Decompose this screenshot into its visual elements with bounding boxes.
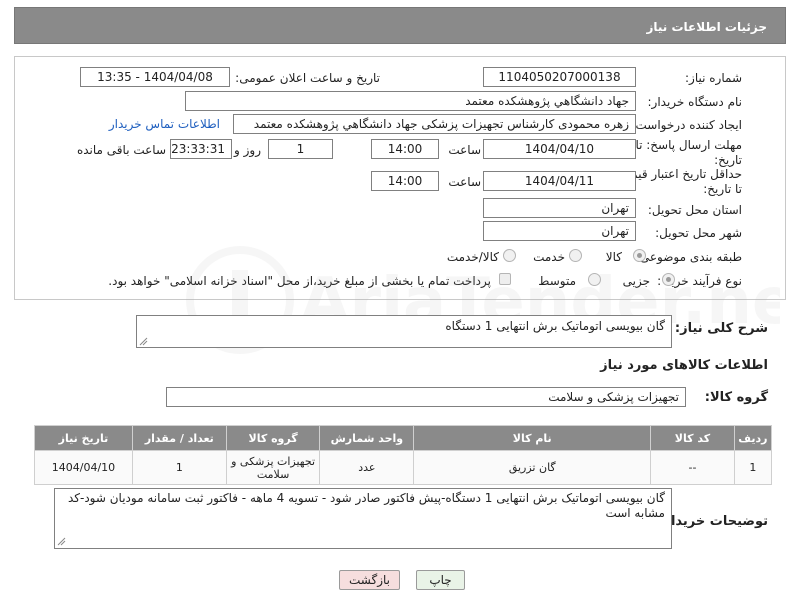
buyer-org-label: نام دستگاه خریدار: xyxy=(647,95,743,109)
page-title: جزئیات اطلاعات نیاز xyxy=(14,7,786,44)
category-radio-goods-service[interactable] xyxy=(503,249,516,262)
time-remaining-field[interactable]: 23:33:31 xyxy=(170,139,232,159)
process-option-medium: متوسط xyxy=(538,274,576,288)
deadline-time-field[interactable]: 14:00 xyxy=(371,139,439,159)
category-radio-goods[interactable] xyxy=(633,249,646,262)
description-textarea[interactable]: گان بیویسی اتوماتیک برش انتهایی 1 دستگاه xyxy=(136,315,672,348)
deadline-time-label: ساعت xyxy=(448,143,481,157)
days-label: روز و xyxy=(234,143,261,157)
need-number-label: شماره نیاز: xyxy=(685,71,742,85)
announce-date-label: تاریخ و ساعت اعلان عمومی: xyxy=(235,71,380,85)
price-validity-time-label: ساعت xyxy=(448,175,481,189)
announce-date-field[interactable]: 1404/04/08 - 13:35 xyxy=(80,67,230,87)
goods-table-header: ردیف کد کالا نام کالا واحد شمارش گروه کا… xyxy=(34,425,773,451)
back-button[interactable]: بازگشت xyxy=(339,570,400,590)
buyer-contact-link[interactable]: اطلاعات تماس خریدار xyxy=(109,117,220,131)
cell-name: گان تزریق xyxy=(413,450,652,485)
category-option-goods: کالا xyxy=(605,250,622,264)
days-remaining-field[interactable]: 1 xyxy=(268,139,333,159)
deadline-label-line1: مهلت ارسال پاسخ: تا xyxy=(635,138,742,152)
city-label: شهر محل تحویل: xyxy=(655,226,742,240)
creator-field[interactable]: زهره محمودی کارشناس تجهیزات پزشکی جهاد د… xyxy=(233,114,636,134)
process-radio-medium[interactable] xyxy=(588,273,601,286)
goods-section-title: اطلاعات کالاهای مورد نیاز xyxy=(600,358,768,373)
deadline-date-field[interactable]: 1404/04/10 xyxy=(483,139,636,159)
buyer-org-field[interactable]: جهاد دانشگاهي پژوهشکده معتمد xyxy=(185,91,636,111)
province-field[interactable]: تهران xyxy=(483,198,636,218)
table-row: 1 -- گان تزریق عدد تجهیزات پزشکی و سلامت… xyxy=(34,450,773,485)
goods-table: ردیف کد کالا نام کالا واحد شمارش گروه کا… xyxy=(34,425,773,485)
process-radio-minor[interactable] xyxy=(662,273,675,286)
resize-handle-icon[interactable] xyxy=(139,337,148,346)
need-number-field[interactable]: 1104050207000138 xyxy=(483,67,636,87)
time-remaining-label: ساعت باقی مانده xyxy=(76,143,166,157)
col-date: تاریخ نیاز xyxy=(34,425,133,451)
city-field[interactable]: تهران xyxy=(483,221,636,241)
col-group: گروه کالا xyxy=(225,425,321,451)
cell-unit: عدد xyxy=(319,450,415,485)
price-validity-date-field[interactable]: 1404/04/11 xyxy=(483,171,636,191)
cell-group: تجهیزات پزشکی و سلامت xyxy=(225,450,321,485)
category-radio-service[interactable] xyxy=(569,249,582,262)
resize-handle-icon[interactable] xyxy=(57,537,66,546)
col-row: ردیف xyxy=(733,425,773,451)
goods-group-label: گروه کالا: xyxy=(704,390,768,405)
cell-date: 1404/04/10 xyxy=(34,450,133,485)
category-label: طبقه بندی موضوعی: xyxy=(635,250,742,264)
buyer-notes-textarea[interactable]: گان بیویسی اتوماتیک برش انتهایی 1 دستگاه… xyxy=(54,488,672,549)
category-option-service: خدمت xyxy=(533,250,565,264)
col-quantity: تعداد / مقدار xyxy=(131,425,227,451)
cell-code: -- xyxy=(650,450,735,485)
cell-quantity: 1 xyxy=(131,450,227,485)
category-option-goods-service: کالا/خدمت xyxy=(446,250,499,264)
process-option-minor: جزیی xyxy=(622,274,650,288)
creator-label: ایجاد کننده درخواست: xyxy=(631,118,742,132)
description-label: شرح کلی نیاز: xyxy=(674,321,768,336)
col-name: نام کالا xyxy=(413,425,652,451)
col-unit: واحد شمارش xyxy=(319,425,415,451)
treasury-payment-checkbox[interactable] xyxy=(499,273,511,285)
price-validity-time-field[interactable]: 14:00 xyxy=(371,171,439,191)
province-label: استان محل تحویل: xyxy=(647,203,742,217)
print-button[interactable]: چاپ xyxy=(416,570,465,590)
price-validity-label-line2: تا تاریخ: xyxy=(703,182,742,196)
buyer-notes-label: توضیحات خریدار: xyxy=(658,514,768,529)
col-code: کد کالا xyxy=(650,425,735,451)
cell-row: 1 xyxy=(733,450,773,485)
deadline-label-line2: تاریخ: xyxy=(714,153,742,167)
treasury-payment-note: پرداخت تمام یا بخشی از مبلغ خرید،از محل … xyxy=(108,274,491,288)
goods-group-field[interactable]: تجهیزات پزشکی و سلامت xyxy=(166,387,686,407)
